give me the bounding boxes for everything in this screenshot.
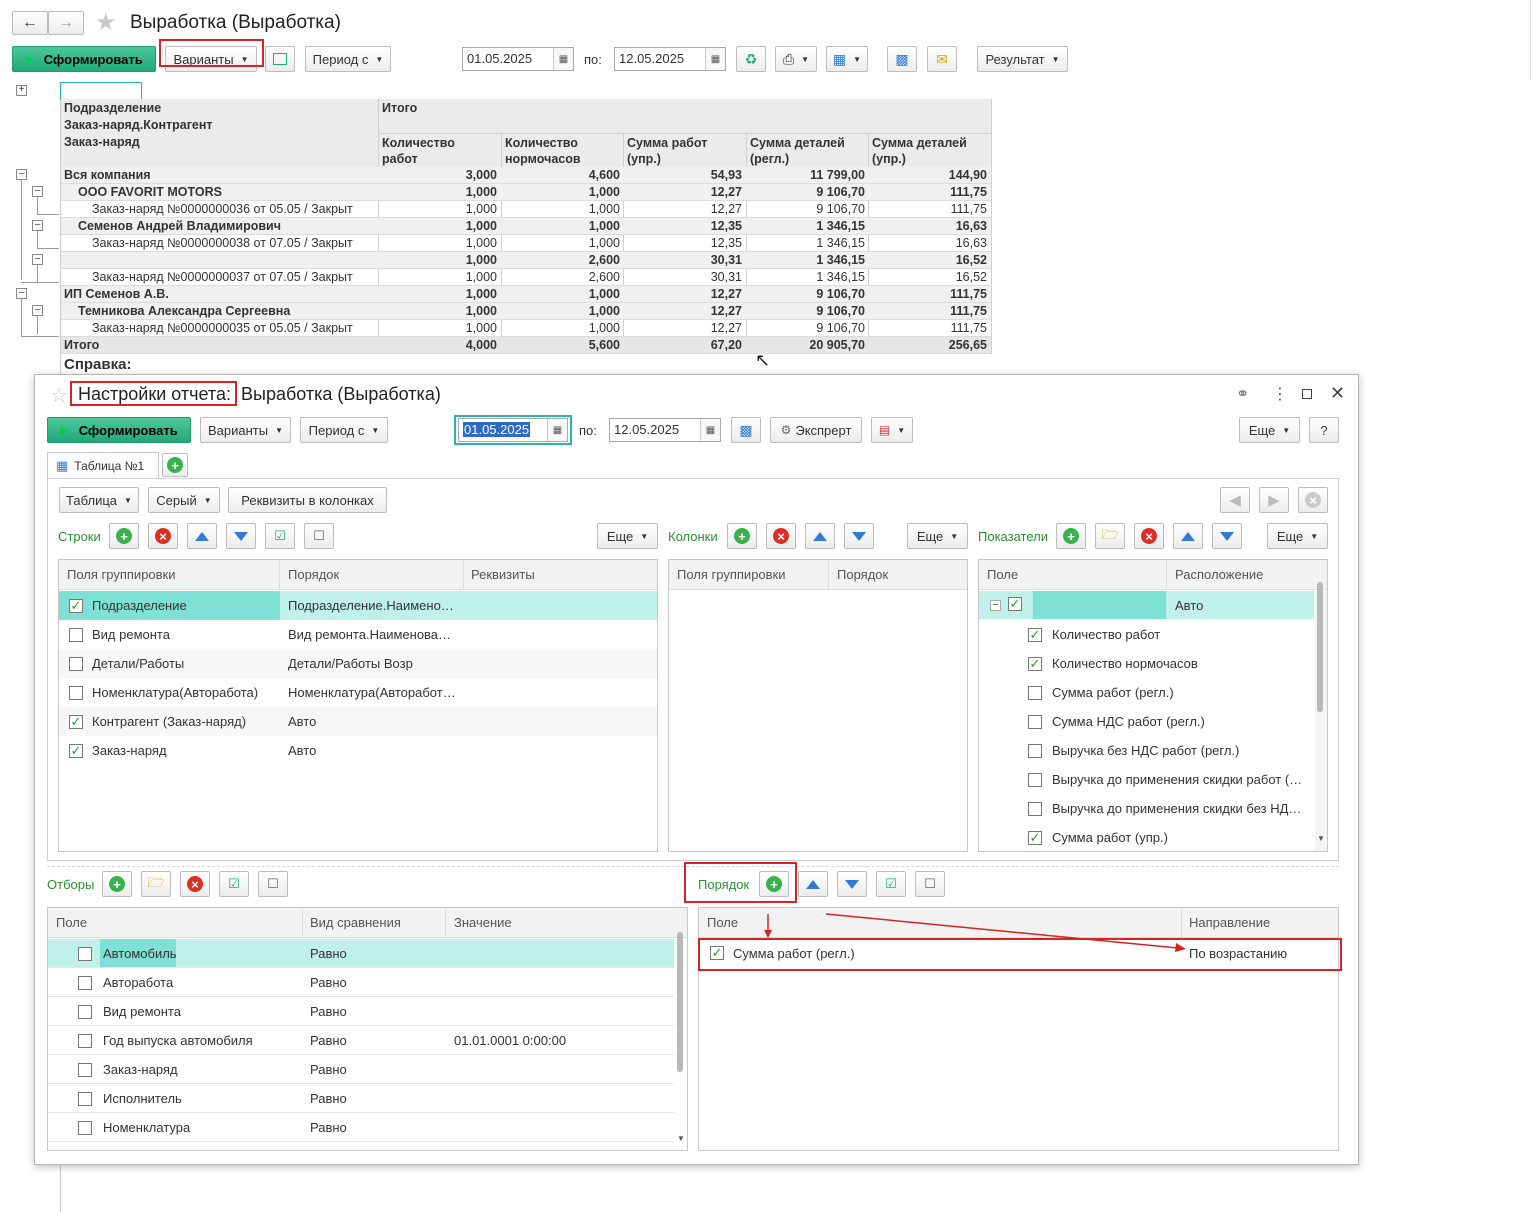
annotation-arrows [764, 913, 1186, 952]
